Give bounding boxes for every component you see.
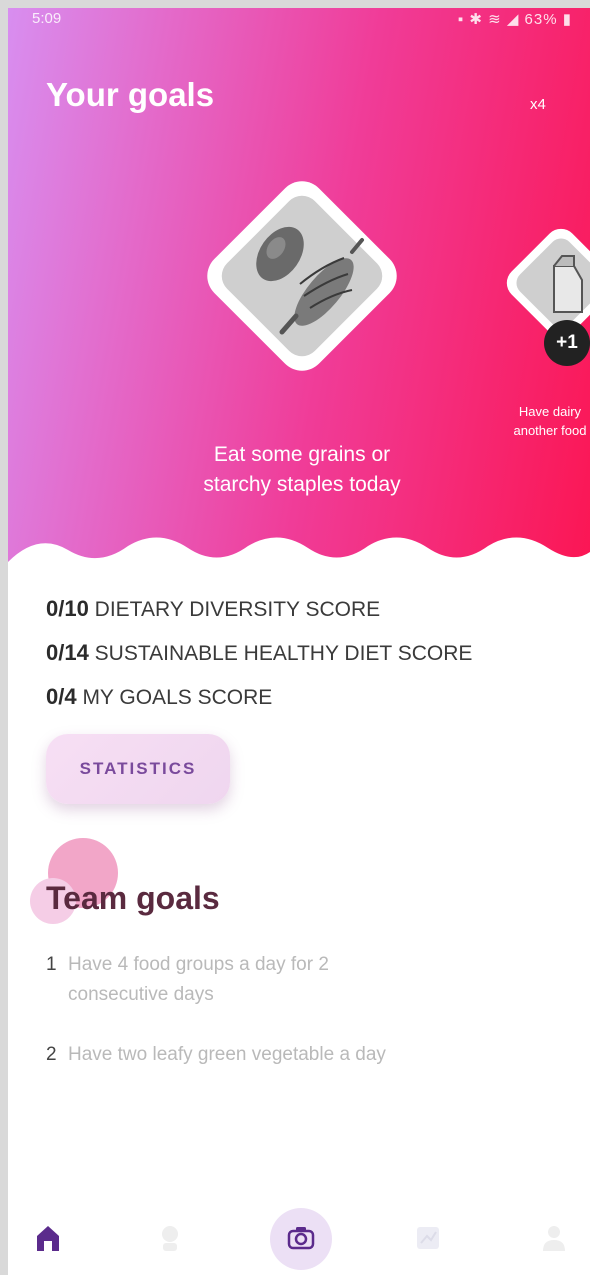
battery-level: 63% bbox=[524, 11, 558, 28]
profile-icon bbox=[543, 1226, 565, 1251]
team-goal-text: Have 4 food groups a day for 2 consecuti… bbox=[68, 950, 329, 1010]
scores-list: 0/10 DIETARY DIVERSITY SCORE 0/14 SUSTAI… bbox=[46, 596, 472, 728]
camera-icon bbox=[287, 1227, 315, 1250]
score-value: 0/10 bbox=[46, 596, 89, 621]
goal-multiplier: x4 bbox=[530, 96, 546, 113]
team-goal-line: Have 4 food groups a day for 2 bbox=[68, 954, 329, 975]
goal-caption-line: starchy staples today bbox=[203, 473, 401, 496]
status-icons: ▪ ✱ ≋ ◢ 63% ▮ bbox=[458, 10, 572, 28]
score-label: SUSTAINABLE HEALTHY DIET SCORE bbox=[94, 642, 473, 665]
team-goal-line: Have two leafy green vegetable a day bbox=[68, 1044, 386, 1065]
nav-home[interactable] bbox=[26, 1216, 70, 1260]
team-goals-title: Team goals bbox=[46, 880, 220, 916]
team-goals-list: 1 Have 4 food groups a day for 2 consecu… bbox=[46, 950, 566, 1100]
goal-caption-line: Eat some grains or bbox=[213, 443, 391, 466]
goal-card-grains[interactable] bbox=[192, 166, 412, 386]
status-bar: 5:09 ▪ ✱ ≋ ◢ 63% ▮ bbox=[8, 8, 590, 34]
goal-caption-grains: Eat some grains or starchy staples today bbox=[158, 440, 446, 500]
score-my-goals: 0/4 MY GOALS SCORE bbox=[46, 684, 472, 728]
home-icon bbox=[37, 1226, 59, 1251]
team-goal-number: 1 bbox=[46, 954, 57, 975]
grains-icon bbox=[207, 181, 397, 371]
list-item: 2 Have two leafy green vegetable a day bbox=[46, 1040, 566, 1070]
score-value: 0/4 bbox=[46, 684, 77, 709]
app-screen: 5:09 ▪ ✱ ≋ ◢ 63% ▮ Your goals x4 Eat som… bbox=[8, 8, 590, 1275]
goal-caption-line: another food bbox=[513, 423, 587, 438]
goal-caption-dairy: Have dairy another food bbox=[480, 402, 590, 440]
nav-community[interactable] bbox=[148, 1216, 192, 1260]
score-value: 0/14 bbox=[46, 640, 89, 665]
score-label: MY GOALS SCORE bbox=[82, 686, 273, 709]
bottom-nav bbox=[8, 1204, 590, 1275]
signal-icon: ▪ ✱ ≋ ◢ bbox=[457, 11, 525, 28]
score-sustainable-diet: 0/14 SUSTAINABLE HEALTHY DIET SCORE bbox=[46, 640, 472, 684]
team-goal-line: consecutive days bbox=[68, 984, 214, 1005]
team-goal-text: Have two leafy green vegetable a day bbox=[68, 1040, 386, 1070]
team-goal-number: 2 bbox=[46, 1044, 57, 1065]
goal-caption-line: Have dairy bbox=[518, 404, 582, 419]
battery-icon: ▮ bbox=[557, 11, 572, 28]
list-item: 1 Have 4 food groups a day for 2 consecu… bbox=[46, 950, 566, 1010]
people-icon bbox=[162, 1226, 178, 1251]
score-label: DIETARY DIVERSITY SCORE bbox=[94, 598, 381, 621]
statistics-button[interactable]: STATISTICS bbox=[46, 734, 230, 804]
score-dietary-diversity: 0/10 DIETARY DIVERSITY SCORE bbox=[46, 596, 472, 640]
nav-stats[interactable] bbox=[406, 1216, 450, 1260]
chart-icon bbox=[417, 1227, 439, 1249]
bonus-badge: +1 bbox=[544, 320, 590, 366]
page-title: Your goals bbox=[46, 76, 215, 113]
status-time: 5:09 bbox=[32, 10, 62, 27]
wave-divider bbox=[8, 537, 590, 576]
nav-profile[interactable] bbox=[532, 1216, 576, 1260]
nav-camera[interactable] bbox=[279, 1216, 323, 1260]
goals-hero: 5:09 ▪ ✱ ≋ ◢ 63% ▮ Your goals x4 Eat som… bbox=[8, 8, 590, 568]
